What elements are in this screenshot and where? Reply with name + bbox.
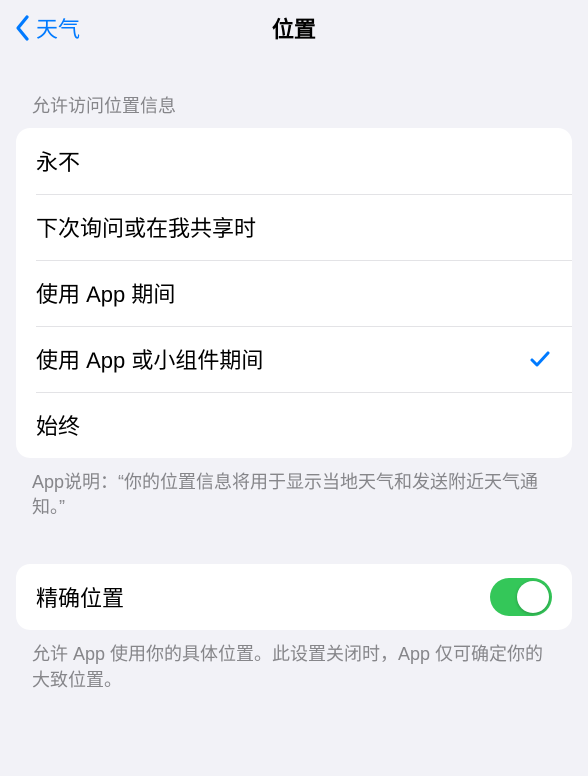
section-footer-app-explanation: App说明：“你的位置信息将用于显示当地天气和发送附近天气通知。” (0, 458, 588, 520)
precise-location-label: 精确位置 (36, 581, 124, 613)
navigation-bar: 天气 位置 (0, 0, 588, 56)
option-label: 始终 (36, 409, 80, 441)
option-always[interactable]: 始终 (16, 392, 572, 458)
option-while-using-app-or-widgets[interactable]: 使用 App 或小组件期间 (16, 326, 572, 392)
chevron-left-icon (14, 14, 32, 42)
option-while-using-app[interactable]: 使用 App 期间 (16, 260, 572, 326)
precise-location-toggle[interactable] (490, 578, 552, 616)
section-footer-precise-location: 允许 App 使用你的具体位置。此设置关闭时，App 仅可确定你的大致位置。 (0, 630, 588, 692)
option-never[interactable]: 永不 (16, 128, 572, 194)
precise-location-group: 精确位置 (16, 564, 572, 630)
option-ask-next-time[interactable]: 下次询问或在我共享时 (16, 194, 572, 260)
back-label: 天气 (36, 12, 80, 44)
precise-location-row: 精确位置 (16, 564, 572, 630)
page-title: 位置 (0, 12, 588, 44)
option-label: 永不 (36, 145, 80, 177)
option-label: 使用 App 期间 (36, 277, 175, 309)
section-header-location-access: 允许访问位置信息 (0, 56, 588, 128)
location-access-group: 永不 下次询问或在我共享时 使用 App 期间 使用 App 或小组件期间 始终 (16, 128, 572, 458)
back-button[interactable]: 天气 (8, 8, 86, 48)
checkmark-icon (528, 347, 552, 371)
option-label: 下次询问或在我共享时 (36, 211, 256, 243)
option-label: 使用 App 或小组件期间 (36, 343, 263, 375)
